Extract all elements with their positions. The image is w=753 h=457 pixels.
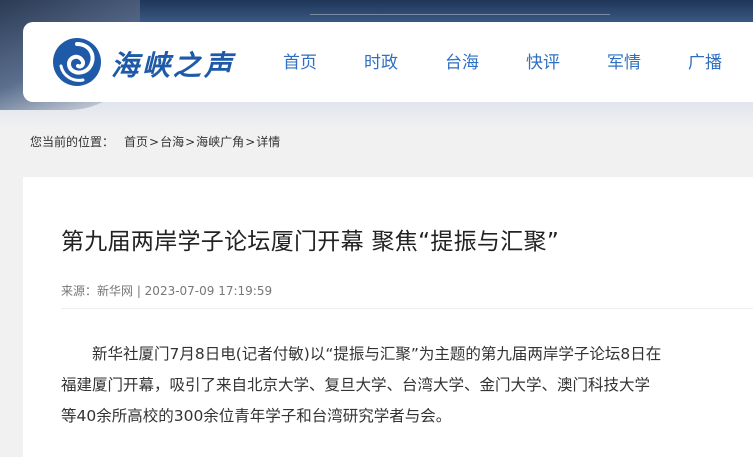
site-name: 海峡之声	[111, 49, 236, 82]
breadcrumb-link-taihai[interactable]: 台海	[160, 135, 184, 149]
breadcrumb-separator: >	[185, 135, 196, 149]
nav-item-commentary[interactable]: 快评	[526, 48, 560, 76]
article-title: 第九届两岸学子论坛厦门开幕 聚焦“提振与汇聚”	[61, 229, 560, 255]
nav-item-taihai[interactable]: 台海	[445, 48, 479, 76]
article-body: 新华社厦门7月8日电(记者付敏)以“提振与汇聚”为主题的第九届两岸学子论坛8日在…	[61, 339, 751, 432]
breadcrumb-prefix: 您当前的位置：	[30, 135, 115, 149]
breadcrumb-link-home[interactable]: 首页	[124, 135, 148, 149]
breadcrumb-link-strait-angle[interactable]: 海峡广角	[196, 135, 244, 149]
article-meta: 来源：新华网 | 2023-07-09 17:19:59	[61, 284, 273, 298]
nav-item-military[interactable]: 军情	[607, 48, 641, 76]
banner-decoration	[310, 0, 610, 15]
breadcrumb: 您当前的位置： 首页>台海>海峡广角>详情	[30, 133, 280, 150]
site-header: 海峡之声 首页 时政 台海 快评 军情 广播	[23, 22, 753, 102]
main-nav: 首页 时政 台海 快评 军情 广播	[283, 48, 753, 76]
swirl-logo-icon	[51, 36, 103, 92]
nav-item-broadcast[interactable]: 广播	[688, 48, 722, 76]
nav-item-politics[interactable]: 时政	[364, 48, 398, 76]
nav-item-home[interactable]: 首页	[283, 48, 317, 76]
article-body-line: 新华社厦门7月8日电(记者付敏)以“提振与汇聚”为主题的第九届两岸学子论坛8日在	[61, 345, 662, 363]
article-card: 第九届两岸学子论坛厦门开幕 聚焦“提振与汇聚” 来源：新华网 | 2023-07…	[23, 177, 753, 457]
breadcrumb-current: 详情	[256, 135, 281, 149]
breadcrumb-separator: >	[149, 135, 160, 149]
site-logo[interactable]: 海峡之声	[51, 36, 235, 92]
meta-divider	[61, 308, 753, 309]
breadcrumb-separator: >	[245, 135, 256, 149]
article-body-line: 福建厦门开幕，吸引了来自北京大学、复旦大学、台湾大学、金门大学、澳门科技大学	[61, 376, 651, 394]
article-body-line: 等40余所高校的300余位青年学子和台湾研究学者与会。	[61, 407, 452, 425]
